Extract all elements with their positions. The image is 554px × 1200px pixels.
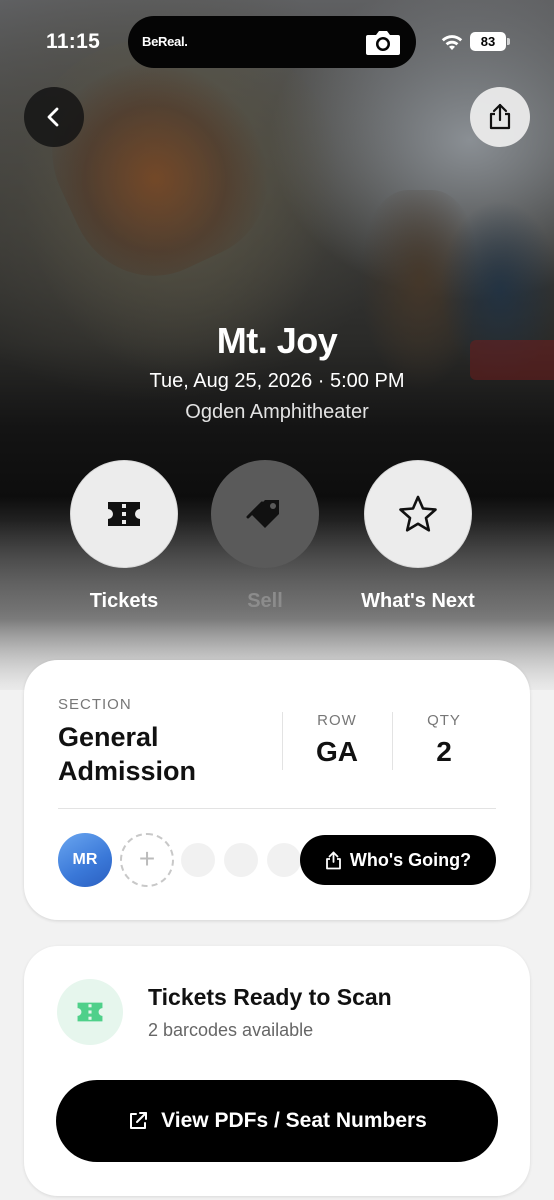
- view-pdfs-button[interactable]: View PDFs / Seat Numbers: [56, 1080, 498, 1162]
- event-venue: Ogden Amphitheater: [185, 401, 369, 423]
- external-link-icon: [130, 1112, 148, 1129]
- island-app-label: BeReal.: [142, 34, 188, 49]
- tickets-button[interactable]: [70, 460, 178, 568]
- share-icon: [489, 103, 511, 130]
- row-label: ROW: [317, 712, 357, 729]
- card-divider: [58, 808, 496, 809]
- column-divider: [282, 712, 283, 770]
- price-tag-icon: [246, 500, 279, 528]
- scan-status-badge: [57, 979, 123, 1045]
- qty-label: QTY: [427, 712, 461, 729]
- whos-going-button[interactable]: Who's Going?: [300, 835, 496, 885]
- view-pdfs-label: View PDFs / Seat Numbers: [161, 1109, 427, 1132]
- battery-indicator: 83: [470, 32, 510, 51]
- share-button[interactable]: [470, 87, 530, 147]
- section-value: General Admission: [58, 722, 197, 786]
- column-divider: [392, 712, 393, 770]
- ticket-icon: [77, 1002, 103, 1022]
- event-title: Mt. Joy: [216, 320, 338, 361]
- sell-button[interactable]: [211, 460, 319, 568]
- wifi-icon: [441, 35, 463, 50]
- action-tickets[interactable]: Tickets: [49, 460, 199, 613]
- status-bar: 11:15 BeReal. 83: [0, 0, 554, 80]
- add-attendee-button[interactable]: +: [120, 833, 174, 887]
- scan-card: Tickets Ready to Scan 2 barcodes availab…: [24, 946, 530, 1196]
- dynamic-island[interactable]: BeReal.: [128, 16, 416, 68]
- action-sell[interactable]: Sell: [190, 460, 340, 613]
- attendee-placeholder: [267, 843, 301, 877]
- chevron-left-icon: [47, 107, 59, 127]
- scan-title: Tickets Ready to Scan: [148, 984, 392, 1010]
- attendee-placeholder: [224, 843, 258, 877]
- whos-going-label: Who's Going?: [349, 849, 472, 870]
- event-datetime: Tue, Aug 25, 2026 · 5:00 PM: [149, 370, 405, 392]
- share-icon: [325, 851, 341, 869]
- ticket-details-card: SECTION General Admission ROW GA QTY 2 M…: [24, 660, 530, 920]
- action-whats-next[interactable]: What's Next: [343, 460, 493, 613]
- avatar[interactable]: MR: [58, 833, 112, 887]
- attendee-placeholder: [181, 843, 215, 877]
- status-time: 11:15: [46, 30, 101, 53]
- whats-next-label: What's Next: [361, 590, 475, 612]
- scan-subtitle: 2 barcodes available: [148, 1020, 314, 1040]
- back-button[interactable]: [24, 87, 84, 147]
- star-icon: [399, 495, 437, 532]
- camera-icon: [366, 31, 400, 55]
- ticket-icon: [108, 502, 140, 526]
- whats-next-button[interactable]: [364, 460, 472, 568]
- section-label: SECTION: [58, 696, 132, 713]
- row-value: GA: [316, 736, 358, 767]
- tickets-label: Tickets: [89, 590, 159, 612]
- qty-value: 2: [436, 736, 452, 767]
- sell-label: Sell: [247, 590, 283, 612]
